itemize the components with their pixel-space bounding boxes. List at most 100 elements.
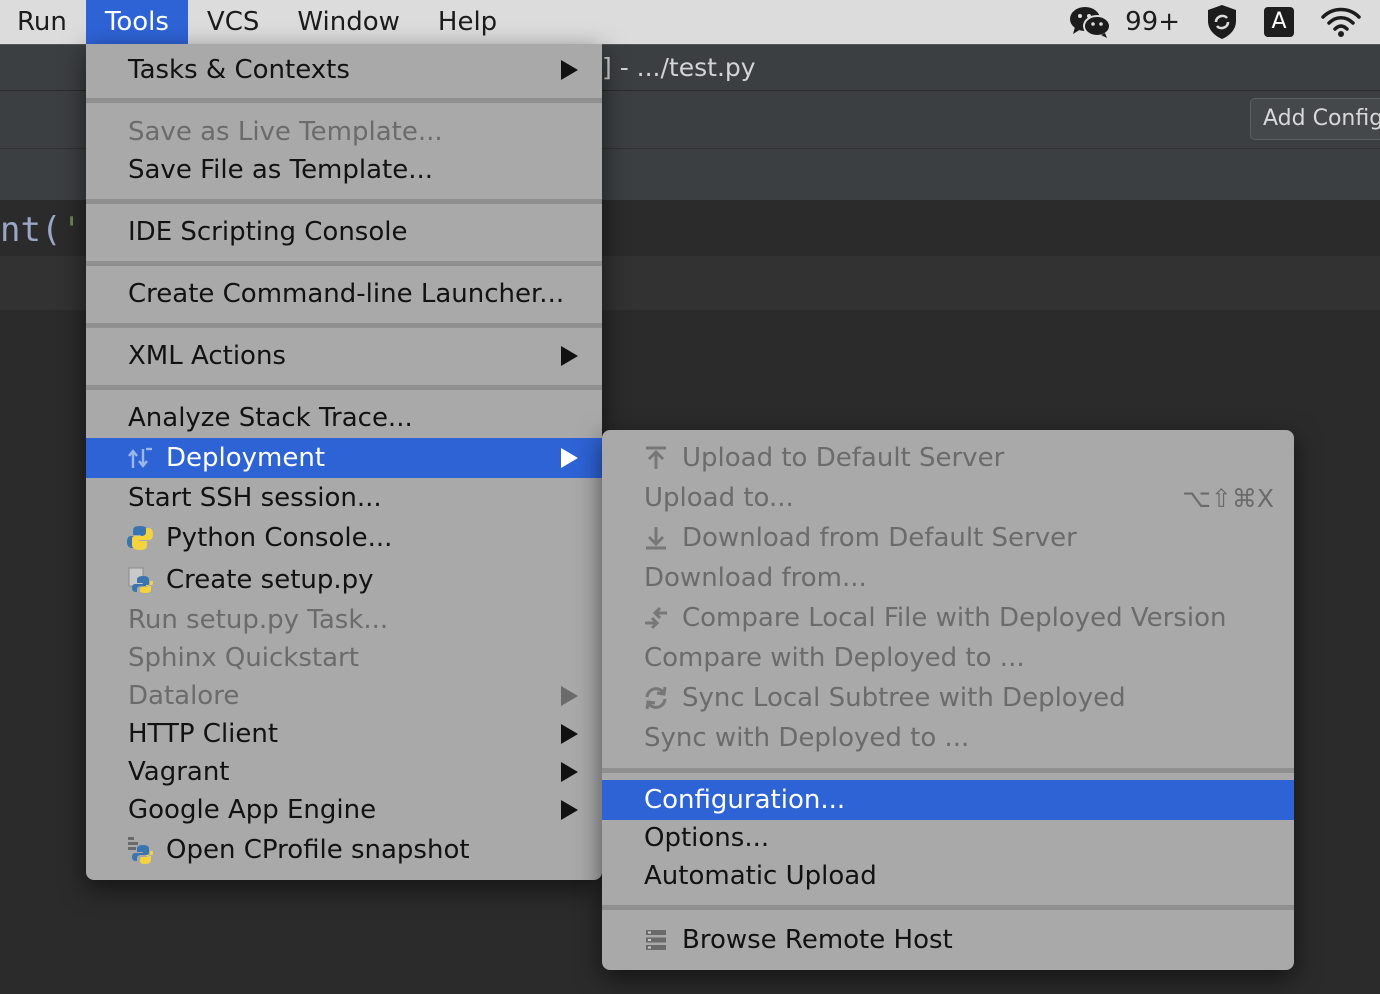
wechat-icon (1070, 7, 1112, 38)
menu-item-datalore: Datalore (86, 676, 602, 716)
menu-item-label: Save as Live Template... (128, 117, 443, 147)
submenu-arrow-icon (561, 448, 578, 468)
python-setup-icon (126, 566, 154, 594)
menu-item-http-client[interactable]: HTTP Client (86, 714, 602, 754)
download-icon (642, 524, 670, 552)
menu-item-open-cprofile[interactable]: Open CProfile snapshot (86, 830, 602, 870)
shield-icon (1208, 5, 1236, 39)
menu-item-save-file-template[interactable]: Save File as Template... (86, 150, 602, 190)
menu-item-label: Open CProfile snapshot (166, 835, 470, 865)
menu-window[interactable]: Window (278, 0, 419, 44)
menu-item-label: Create setup.py (166, 565, 374, 595)
menu-item-compare-local-file: Compare Local File with Deployed Version (602, 598, 1294, 638)
menu-item-label: Vagrant (128, 757, 230, 787)
wechat-status[interactable]: 99+ (1069, 5, 1180, 39)
menu-item-label: Upload to... (644, 483, 794, 513)
input-source-badge: A (1264, 7, 1294, 37)
menu-item-label: Options... (644, 823, 770, 853)
menu-item-vagrant[interactable]: Vagrant (86, 752, 602, 792)
menu-item-label: Create Command-line Launcher... (128, 279, 565, 309)
menu-item-label: Tasks & Contexts (128, 55, 350, 85)
submenu-arrow-icon (561, 60, 578, 80)
menu-item-start-ssh-session[interactable]: Start SSH session... (86, 478, 602, 518)
menu-item-label: Browse Remote Host (682, 925, 953, 955)
menu-item-google-app-engine[interactable]: Google App Engine (86, 790, 602, 830)
menu-item-browse-remote-host[interactable]: Browse Remote Host (602, 920, 1294, 960)
menu-tools[interactable]: Tools (85, 0, 188, 44)
menu-item-python-console[interactable]: Python Console... (86, 518, 602, 558)
code-text: nt( (0, 210, 62, 250)
submenu-arrow-icon (561, 346, 578, 366)
menu-item-label: Upload to Default Server (682, 443, 1005, 473)
code-line: nt(' (0, 210, 82, 250)
menu-item-upload-to: Upload to... ⌥⇧⌘X (602, 478, 1294, 518)
menu-vcs[interactable]: VCS (188, 0, 278, 44)
menu-item-label: XML Actions (128, 341, 286, 371)
shield-status[interactable] (1206, 4, 1238, 40)
menu-separator (86, 323, 602, 328)
submenu-arrow-icon (561, 800, 578, 820)
menu-separator (86, 385, 602, 390)
menu-item-label: Compare Local File with Deployed Version (682, 603, 1227, 633)
menu-item-label: IDE Scripting Console (128, 217, 408, 247)
menu-item-label: Datalore (128, 681, 240, 711)
menu-item-options[interactable]: Options... (602, 818, 1294, 858)
sync-icon (642, 684, 670, 712)
menu-item-tasks-contexts[interactable]: Tasks & Contexts (86, 50, 602, 90)
code-string: ' (61, 210, 82, 250)
menu-separator (602, 768, 1294, 773)
menu-item-xml-actions[interactable]: XML Actions (86, 336, 602, 376)
menu-item-sphinx-quickstart: Sphinx Quickstart (86, 638, 602, 678)
menu-item-create-setup-py[interactable]: Create setup.py (86, 560, 602, 600)
menu-item-save-live-template: Save as Live Template... (86, 112, 602, 152)
menu-separator (86, 98, 602, 103)
tools-menu: Tasks & Contexts Save as Live Template..… (86, 44, 602, 880)
menu-item-label: Python Console... (166, 523, 393, 553)
menu-item-label: Save File as Template... (128, 155, 434, 185)
window-title: ] - .../test.py (602, 53, 756, 82)
status-tray: 99+ A (1069, 0, 1380, 44)
menu-item-label: Deployment (166, 443, 326, 473)
menu-item-label: Analyze Stack Trace... (128, 403, 413, 433)
deployment-icon (126, 444, 154, 472)
menu-item-upload-default-server: Upload to Default Server (602, 438, 1294, 478)
menu-item-label: Sphinx Quickstart (128, 643, 359, 673)
menu-item-label: Download from Default Server (682, 523, 1077, 553)
menu-item-automatic-upload[interactable]: Automatic Upload (602, 856, 1294, 896)
menu-item-sync-with-deployed: Sync with Deployed to ... (602, 718, 1294, 758)
menu-item-label: Sync with Deployed to ... (644, 723, 970, 753)
notification-count: 99+ (1125, 7, 1180, 37)
menu-item-deployment[interactable]: Deployment (86, 438, 602, 478)
add-configuration-button[interactable]: Add Config (1250, 98, 1380, 140)
menu-item-analyze-stack-trace[interactable]: Analyze Stack Trace... (86, 398, 602, 438)
menu-item-label: Automatic Upload (644, 861, 877, 891)
menu-run[interactable]: Run (0, 0, 86, 44)
menu-item-label: Compare with Deployed to ... (644, 643, 1025, 673)
menu-item-label: Sync Local Subtree with Deployed (682, 683, 1126, 713)
menu-item-label: HTTP Client (128, 719, 279, 749)
keyboard-shortcut: ⌥⇧⌘X (1182, 483, 1274, 513)
submenu-arrow-icon (561, 724, 578, 744)
menu-help[interactable]: Help (419, 0, 516, 44)
python-icon (126, 524, 154, 552)
menu-item-configuration[interactable]: Configuration... (602, 780, 1294, 820)
menu-item-download-default-server: Download from Default Server (602, 518, 1294, 558)
menu-separator (86, 261, 602, 266)
macos-menubar: Run Tools VCS Window Help 99+ A (0, 0, 1380, 44)
menu-item-create-cli-launcher[interactable]: Create Command-line Launcher... (86, 274, 602, 314)
menu-item-label: Google App Engine (128, 795, 377, 825)
server-list-icon (642, 926, 670, 954)
submenu-arrow-icon (561, 762, 578, 782)
menu-item-label: Start SSH session... (128, 483, 382, 513)
menu-item-label: Configuration... (644, 785, 846, 815)
wifi-status[interactable] (1320, 6, 1362, 38)
menu-separator (86, 199, 602, 204)
input-source[interactable]: A (1264, 7, 1294, 37)
menu-item-ide-scripting-console[interactable]: IDE Scripting Console (86, 212, 602, 252)
menu-item-label: Download from... (644, 563, 867, 593)
upload-icon (642, 444, 670, 472)
menu-separator (602, 905, 1294, 910)
menu-item-run-setup-task: Run setup.py Task... (86, 600, 602, 640)
compare-icon (642, 604, 670, 632)
cprofile-icon (126, 836, 154, 864)
